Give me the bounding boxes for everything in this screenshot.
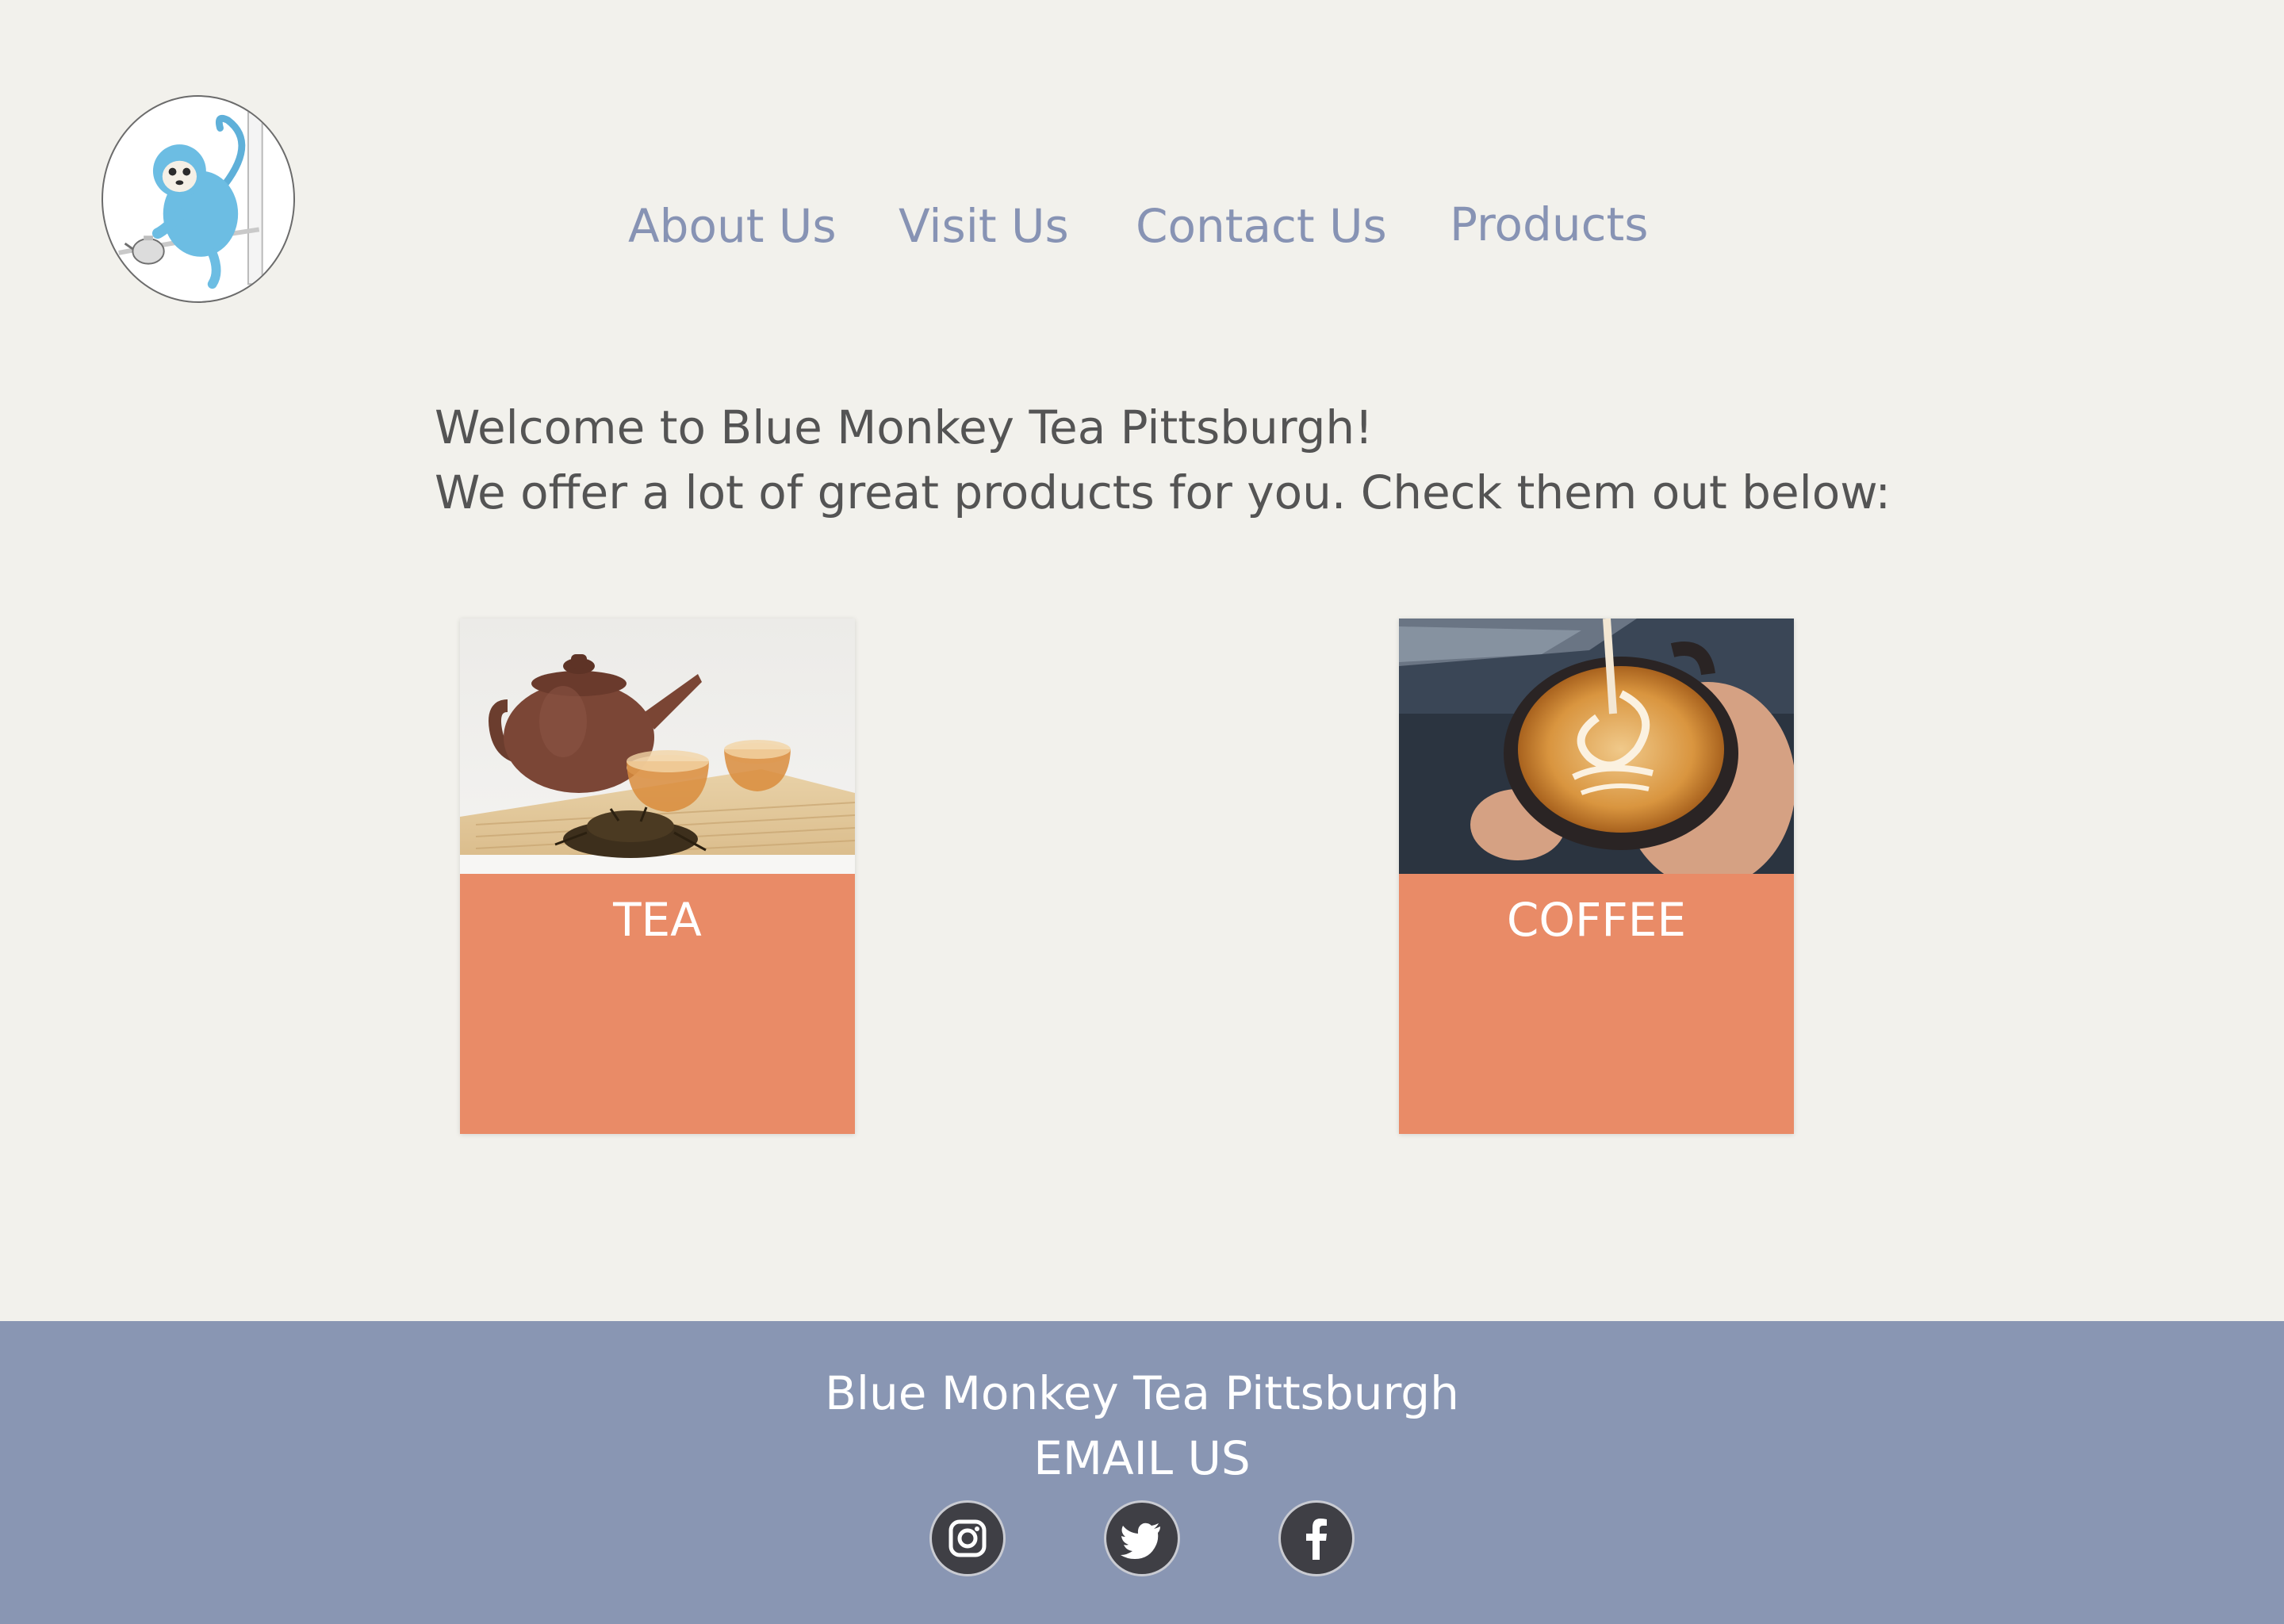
product-card-tea[interactable]: TEA bbox=[460, 619, 855, 1134]
coffee-image-icon bbox=[1399, 619, 1794, 874]
welcome-text: Welcome to Blue Monkey Tea Pittsburgh! W… bbox=[435, 395, 1891, 525]
coffee-label: COFFEE bbox=[1506, 893, 1687, 947]
nav-products-link[interactable]: Products bbox=[1450, 189, 1648, 260]
email-us-link[interactable]: EMAIL US bbox=[0, 1426, 2284, 1491]
tea-image-icon bbox=[460, 619, 855, 874]
tea-label: TEA bbox=[613, 893, 702, 947]
main-nav: About Us Visit Us Contact Us Products bbox=[0, 190, 2284, 262]
instagram-icon[interactable] bbox=[929, 1500, 1006, 1576]
facebook-icon[interactable] bbox=[1278, 1500, 1355, 1576]
twitter-icon[interactable] bbox=[1104, 1500, 1180, 1576]
welcome-line-1: Welcome to Blue Monkey Tea Pittsburgh! bbox=[435, 400, 1374, 454]
footer: Blue Monkey Tea Pittsburgh EMAIL US bbox=[0, 1321, 2284, 1624]
welcome-line-2: We offer a lot of great products for you… bbox=[435, 465, 1891, 519]
nav-about-us-link[interactable]: About Us bbox=[628, 190, 837, 262]
footer-title: Blue Monkey Tea Pittsburgh bbox=[825, 1366, 1459, 1420]
nav-contact-us-link[interactable]: Contact Us bbox=[1136, 190, 1387, 262]
nav-visit-us-link[interactable]: Visit Us bbox=[899, 190, 1069, 262]
product-card-coffee[interactable]: COFFEE bbox=[1399, 619, 1794, 1134]
